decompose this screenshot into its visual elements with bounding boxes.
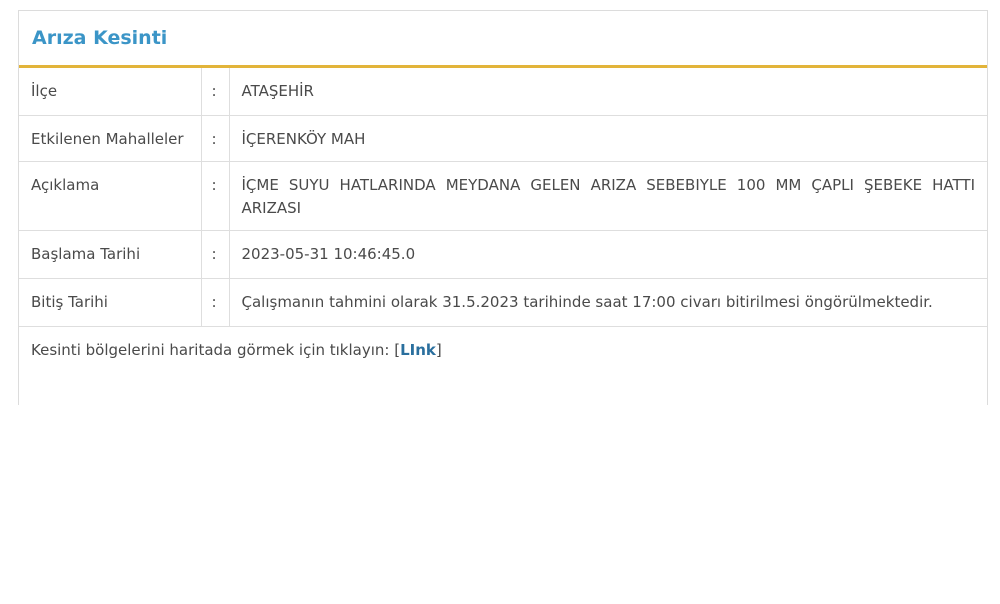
- affected-neighborhoods-value: İÇERENKÖY MAH: [229, 115, 987, 162]
- table-row-description: Açıklama : İÇME SUYU HATLARINDA MEYDANA …: [19, 161, 987, 231]
- district-separator: :: [201, 68, 230, 116]
- end-date-value: Çalışmanın tahmini olarak 31.5.2023 tari…: [229, 278, 987, 327]
- table-row-affected-neighborhoods: Etkilenen Mahalleler : İÇERENKÖY MAH: [19, 115, 987, 162]
- panel-header: Arıza Kesinti: [19, 11, 987, 68]
- map-note: Kesinti bölgelerini haritada görmek için…: [19, 327, 987, 374]
- district-label: İlçe: [19, 68, 202, 116]
- start-date-label: Başlama Tarihi: [19, 230, 202, 279]
- link-bracket-close: ]: [435, 341, 442, 359]
- affected-neighborhoods-separator: :: [201, 115, 230, 162]
- district-value: ATAŞEHİR: [229, 68, 987, 116]
- affected-neighborhoods-label: Etkilenen Mahalleler: [19, 115, 202, 162]
- table-row-district: İlçe : ATAŞEHİR: [19, 68, 987, 116]
- description-separator: :: [201, 161, 230, 231]
- description-label: Açıklama: [19, 161, 202, 231]
- map-note-text: Kesinti bölgelerini haritada görmek için…: [31, 341, 395, 359]
- panel-title: Arıza Kesinti: [32, 27, 168, 49]
- description-value: İÇME SUYU HATLARINDA MEYDANA GELEN ARIZA…: [229, 161, 987, 231]
- outage-panel: Arıza Kesinti İlçe : ATAŞEHİR Etkilenen …: [18, 10, 988, 405]
- start-date-separator: :: [201, 230, 230, 279]
- outage-details-table: İlçe : ATAŞEHİR Etkilenen Mahalleler : İ…: [19, 68, 987, 327]
- table-row-end-date: Bitiş Tarihi : Çalışmanın tahmini olarak…: [19, 278, 987, 327]
- end-date-separator: :: [201, 278, 230, 327]
- table-row-start-date: Başlama Tarihi : 2023-05-31 10:46:45.0: [19, 230, 987, 279]
- map-link[interactable]: LInk: [400, 341, 436, 359]
- end-date-label: Bitiş Tarihi: [19, 278, 202, 327]
- start-date-value: 2023-05-31 10:46:45.0: [229, 230, 987, 279]
